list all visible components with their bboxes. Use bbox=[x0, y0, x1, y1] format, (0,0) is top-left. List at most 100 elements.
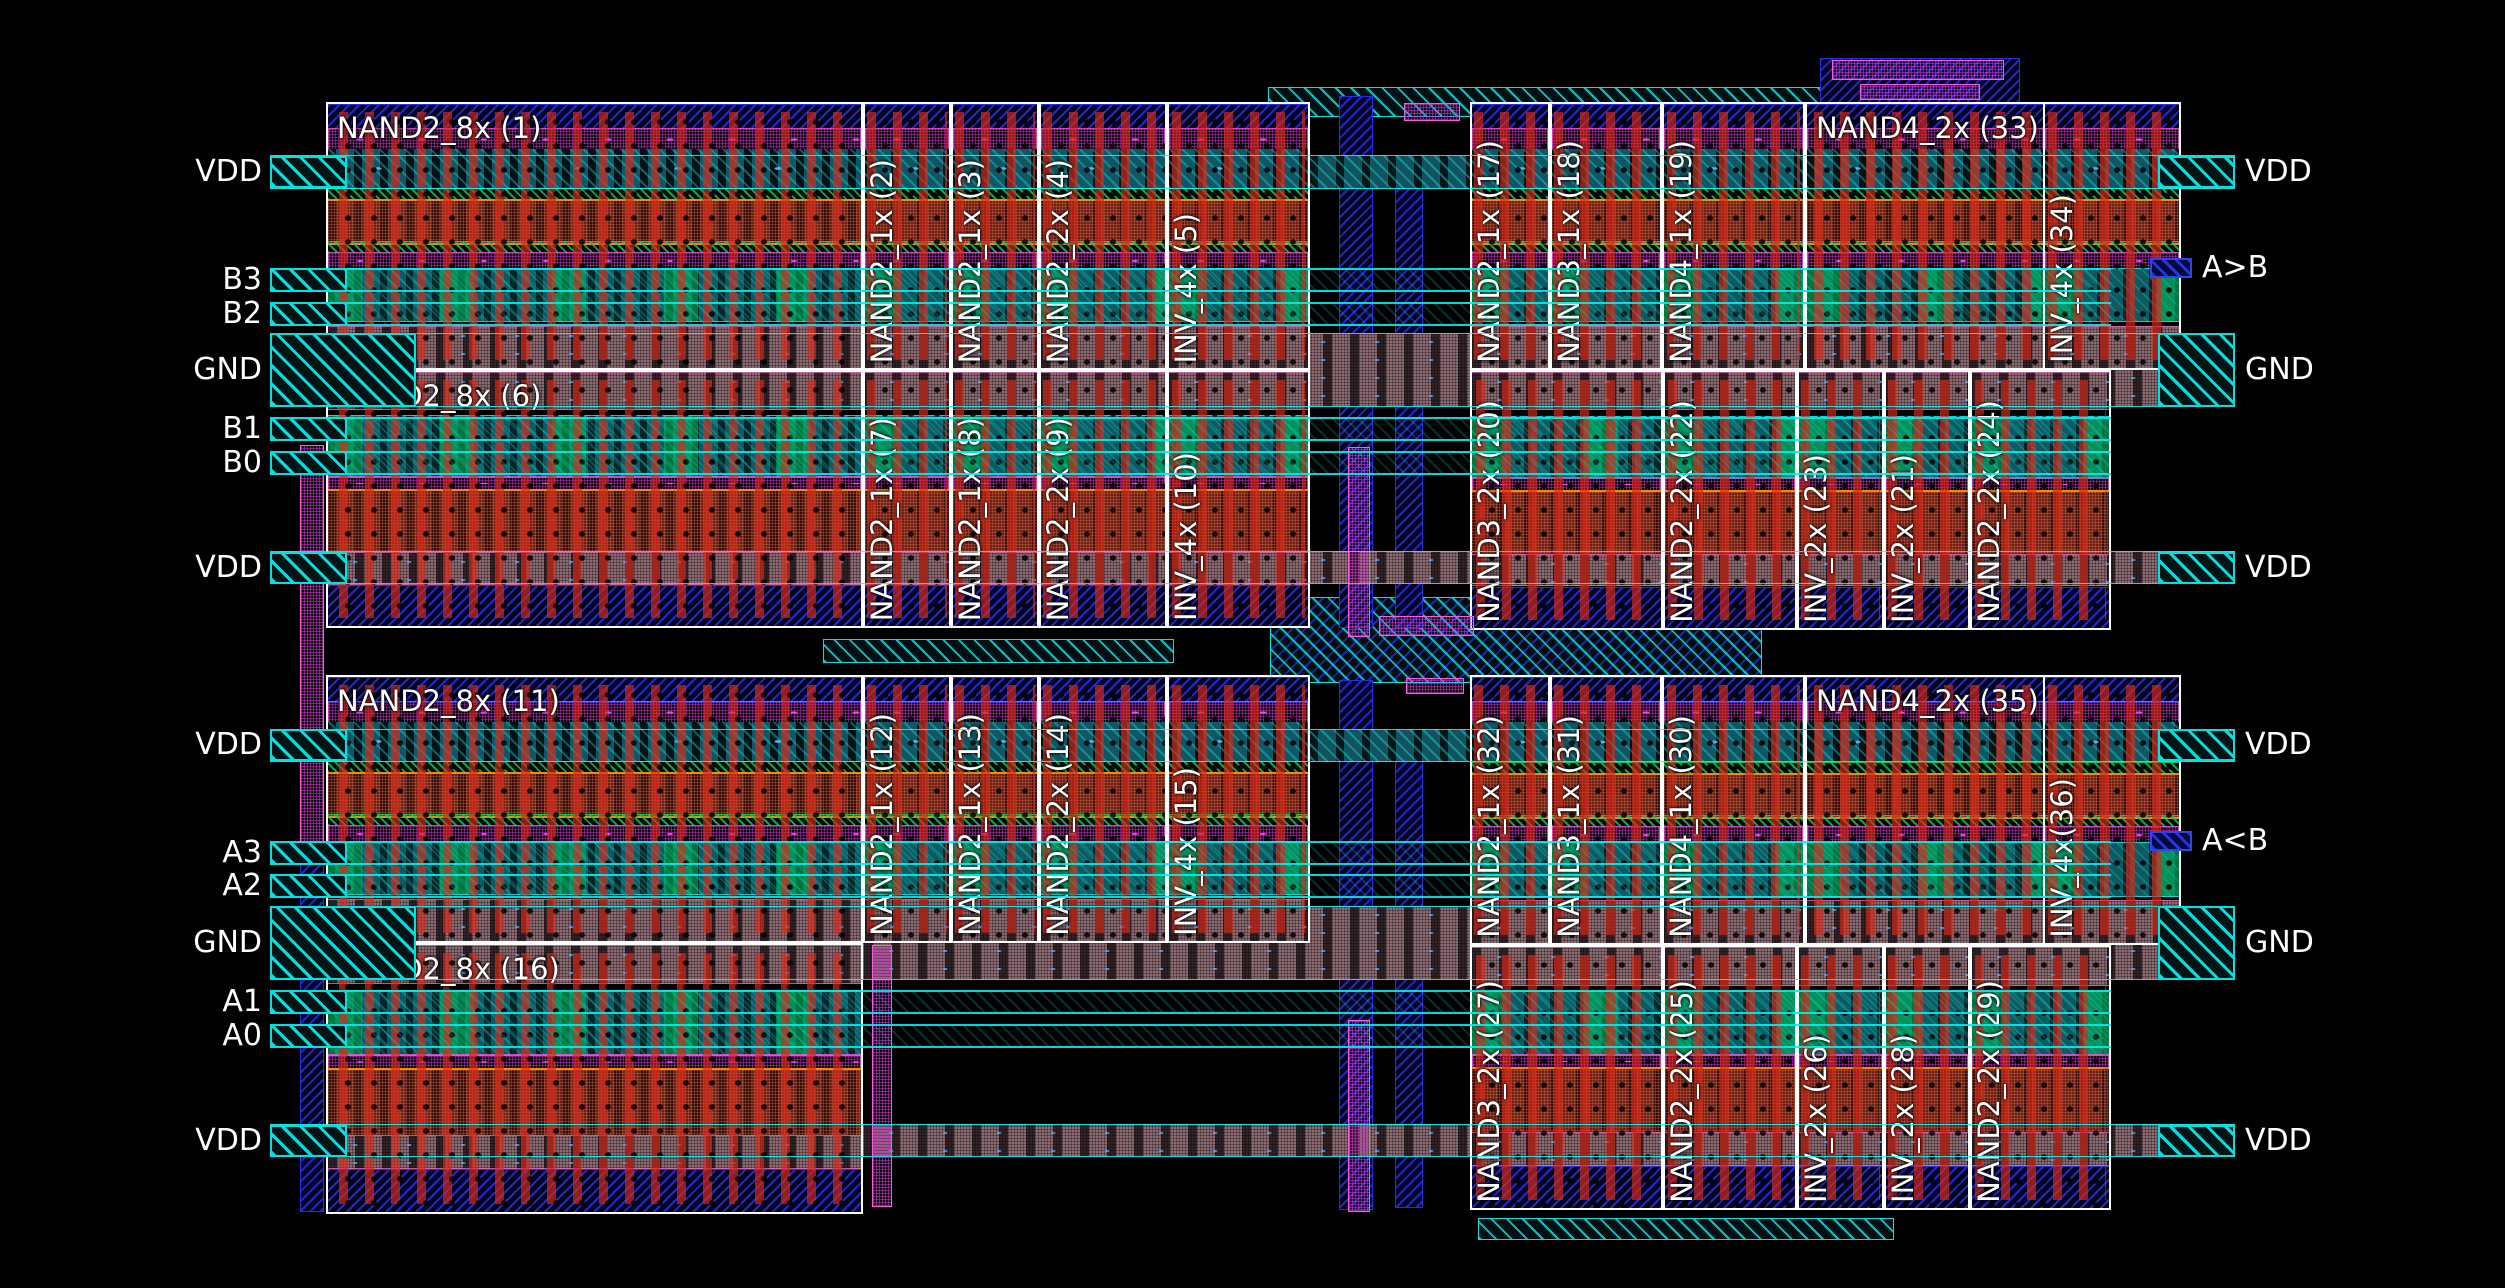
cell-24[interactable]: NAND2_2x (24) bbox=[1970, 370, 2111, 630]
cell-25[interactable]: NAND2_2x (25) bbox=[1663, 945, 1797, 1210]
wire-topright-via-bar2 bbox=[1860, 84, 1980, 100]
port-label-vdd-left13: VDD bbox=[0, 1123, 262, 1159]
rail-gnd-3-edge bbox=[270, 333, 2235, 407]
port-label-vdd-left0: VDD bbox=[0, 154, 262, 190]
port-pad-vdd-left13[interactable] bbox=[270, 1125, 347, 1157]
port-label-vdd-right4: VDD bbox=[2245, 727, 2312, 763]
wire-left-vbar-via bbox=[300, 445, 324, 852]
cell-22[interactable]: NAND2_2x (22) bbox=[1663, 370, 1797, 630]
cell-14[interactable]: NAND2_2x (14) bbox=[1039, 675, 1167, 943]
port-pad-agtb-right1[interactable] bbox=[2150, 258, 2192, 278]
cell-label: NAND4_2x (35) bbox=[1816, 684, 2039, 718]
cell-21[interactable]: INV_2x (21) bbox=[1884, 370, 1970, 630]
port-label-b2-left2: B2 bbox=[0, 296, 262, 332]
port-label-vdd-left6: VDD bbox=[0, 550, 262, 586]
wire-mid-left-strap bbox=[823, 639, 1174, 663]
cell-30[interactable]: NAND4_1x (30) bbox=[1662, 675, 1805, 945]
port-pad-gnd-right2[interactable] bbox=[2158, 333, 2235, 407]
port-label-gnd-right2: GND bbox=[2245, 352, 2314, 388]
cell-13[interactable]: NAND2_1x (13) bbox=[951, 675, 1039, 943]
port-label-vdd-left7: VDD bbox=[0, 727, 262, 763]
cell-1[interactable]: NAND2_8x (1) bbox=[326, 102, 863, 370]
port-pad-b1-left4[interactable] bbox=[270, 417, 347, 441]
cell-32[interactable]: NAND2_1x (32) bbox=[1470, 675, 1550, 945]
port-pad-b0-left5[interactable] bbox=[270, 451, 347, 475]
port-pad-altb-right5[interactable] bbox=[2150, 831, 2192, 851]
port-pad-vdd-left0[interactable] bbox=[270, 156, 347, 188]
port-pad-a3-left8[interactable] bbox=[270, 841, 347, 865]
cell-16[interactable]: NAND2_8x (16) bbox=[326, 943, 863, 1214]
port-label-b1-left4: B1 bbox=[0, 411, 262, 447]
port-pad-vdd-left7[interactable] bbox=[270, 729, 347, 761]
cell-label: INV_2x (21) bbox=[1886, 454, 1920, 623]
cell-6[interactable]: NAND2_8x (6) bbox=[326, 370, 863, 628]
port-pad-b2-left2[interactable] bbox=[270, 302, 347, 326]
cell-17[interactable]: NAND2_1x (17) bbox=[1470, 102, 1550, 370]
rail-vdd-7-edge bbox=[270, 729, 2235, 762]
cell-34[interactable]: INV_4x (34) bbox=[2043, 102, 2181, 370]
layout-canvas[interactable]: NAND2_8x (1)NAND2_1x (2)NAND2_1x (3)NAND… bbox=[0, 0, 2505, 1288]
cell-label: INV_2x (26) bbox=[1799, 1034, 1833, 1203]
port-label-vdd-right7: VDD bbox=[2245, 1123, 2312, 1159]
port-label-agtb-right1: A>B bbox=[2202, 250, 2268, 286]
cell-29[interactable]: NAND2_2x (29) bbox=[1970, 945, 2111, 1210]
port-label-a2-left9: A2 bbox=[0, 868, 262, 904]
rail-a0-12 bbox=[270, 1024, 2111, 1048]
port-label-a1-left11: A1 bbox=[0, 984, 262, 1020]
wire-bottom-strap bbox=[1478, 1218, 1894, 1240]
cell-4[interactable]: NAND2_2x (4) bbox=[1039, 102, 1167, 370]
cell-7[interactable]: NAND2_1x (7) bbox=[863, 370, 951, 628]
port-label-vdd-right3: VDD bbox=[2245, 550, 2312, 586]
cell-23[interactable]: INV_2x (23) bbox=[1797, 370, 1884, 630]
cell-28[interactable]: INV_2x (28) bbox=[1884, 945, 1970, 1210]
port-pad-gnd-right6[interactable] bbox=[2158, 906, 2235, 980]
port-label-vdd-right0: VDD bbox=[2245, 154, 2312, 190]
wire-bl-col-via bbox=[872, 945, 892, 1207]
wire-gap-via-top bbox=[1404, 103, 1460, 121]
port-pad-a1-left11[interactable] bbox=[270, 990, 347, 1014]
cell-19[interactable]: NAND4_1x (19) bbox=[1662, 102, 1805, 370]
port-label-a0-left12: A0 bbox=[0, 1018, 262, 1054]
cell-label: NAND2_8x (1) bbox=[337, 111, 541, 145]
port-pad-a0-left12[interactable] bbox=[270, 1024, 347, 1048]
cell-20[interactable]: NAND3_2x (20) bbox=[1470, 370, 1663, 630]
cell-10[interactable]: INV_4x (10) bbox=[1167, 370, 1310, 628]
rail-a1-11 bbox=[270, 990, 2111, 1014]
cell-3[interactable]: NAND2_1x (3) bbox=[951, 102, 1039, 370]
cell-2[interactable]: NAND2_1x (2) bbox=[863, 102, 951, 370]
cell-12[interactable]: NAND2_1x (12) bbox=[863, 675, 951, 943]
cell-9[interactable]: NAND2_2x (9) bbox=[1039, 370, 1167, 628]
cell-36[interactable]: INV_4x(36) bbox=[2043, 675, 2181, 945]
cell-27[interactable]: NAND3_2x (27) bbox=[1470, 945, 1663, 1210]
port-pad-vdd-right3[interactable] bbox=[2158, 552, 2235, 584]
port-pad-gnd-left10[interactable] bbox=[270, 906, 416, 980]
rail-a3-8 bbox=[270, 841, 2111, 865]
cell-label: NAND4_2x (33) bbox=[1816, 111, 2039, 145]
wire-gap-vbar-via2 bbox=[1348, 1020, 1370, 1212]
port-pad-b3-left1[interactable] bbox=[270, 268, 347, 292]
rail-b2-2 bbox=[270, 302, 2111, 326]
rail-b1-4 bbox=[270, 417, 2111, 441]
port-pad-vdd-left6[interactable] bbox=[270, 552, 347, 584]
port-label-gnd-left3: GND bbox=[0, 352, 262, 388]
cell-11[interactable]: NAND2_8x (11) bbox=[326, 675, 863, 943]
port-pad-vdd-right0[interactable] bbox=[2158, 156, 2235, 188]
port-label-altb-right5: A<B bbox=[2202, 823, 2268, 859]
rail-b0-5 bbox=[270, 451, 2111, 475]
cell-label: INV_2x (23) bbox=[1799, 454, 1833, 623]
port-label-b0-left5: B0 bbox=[0, 445, 262, 481]
cell-label: INV_2x (28) bbox=[1886, 1034, 1920, 1203]
port-pad-a2-left9[interactable] bbox=[270, 874, 347, 898]
cell-31[interactable]: NAND3_1x (31) bbox=[1550, 675, 1662, 945]
port-label-a3-left8: A3 bbox=[0, 835, 262, 871]
cell-18[interactable]: NAND3_1x (18) bbox=[1550, 102, 1662, 370]
port-pad-vdd-right4[interactable] bbox=[2158, 729, 2235, 761]
cell-5[interactable]: INV_4x (5) bbox=[1167, 102, 1310, 370]
cell-label: NAND2_2x (9) bbox=[1041, 417, 1075, 621]
port-pad-vdd-right7[interactable] bbox=[2158, 1125, 2235, 1157]
cell-8[interactable]: NAND2_1x (8) bbox=[951, 370, 1039, 628]
cell-26[interactable]: INV_2x (26) bbox=[1797, 945, 1884, 1210]
rail-vdd-0-edge bbox=[270, 155, 2235, 189]
cell-15[interactable]: INV_4x (15) bbox=[1167, 675, 1310, 943]
port-pad-gnd-left3[interactable] bbox=[270, 333, 416, 407]
